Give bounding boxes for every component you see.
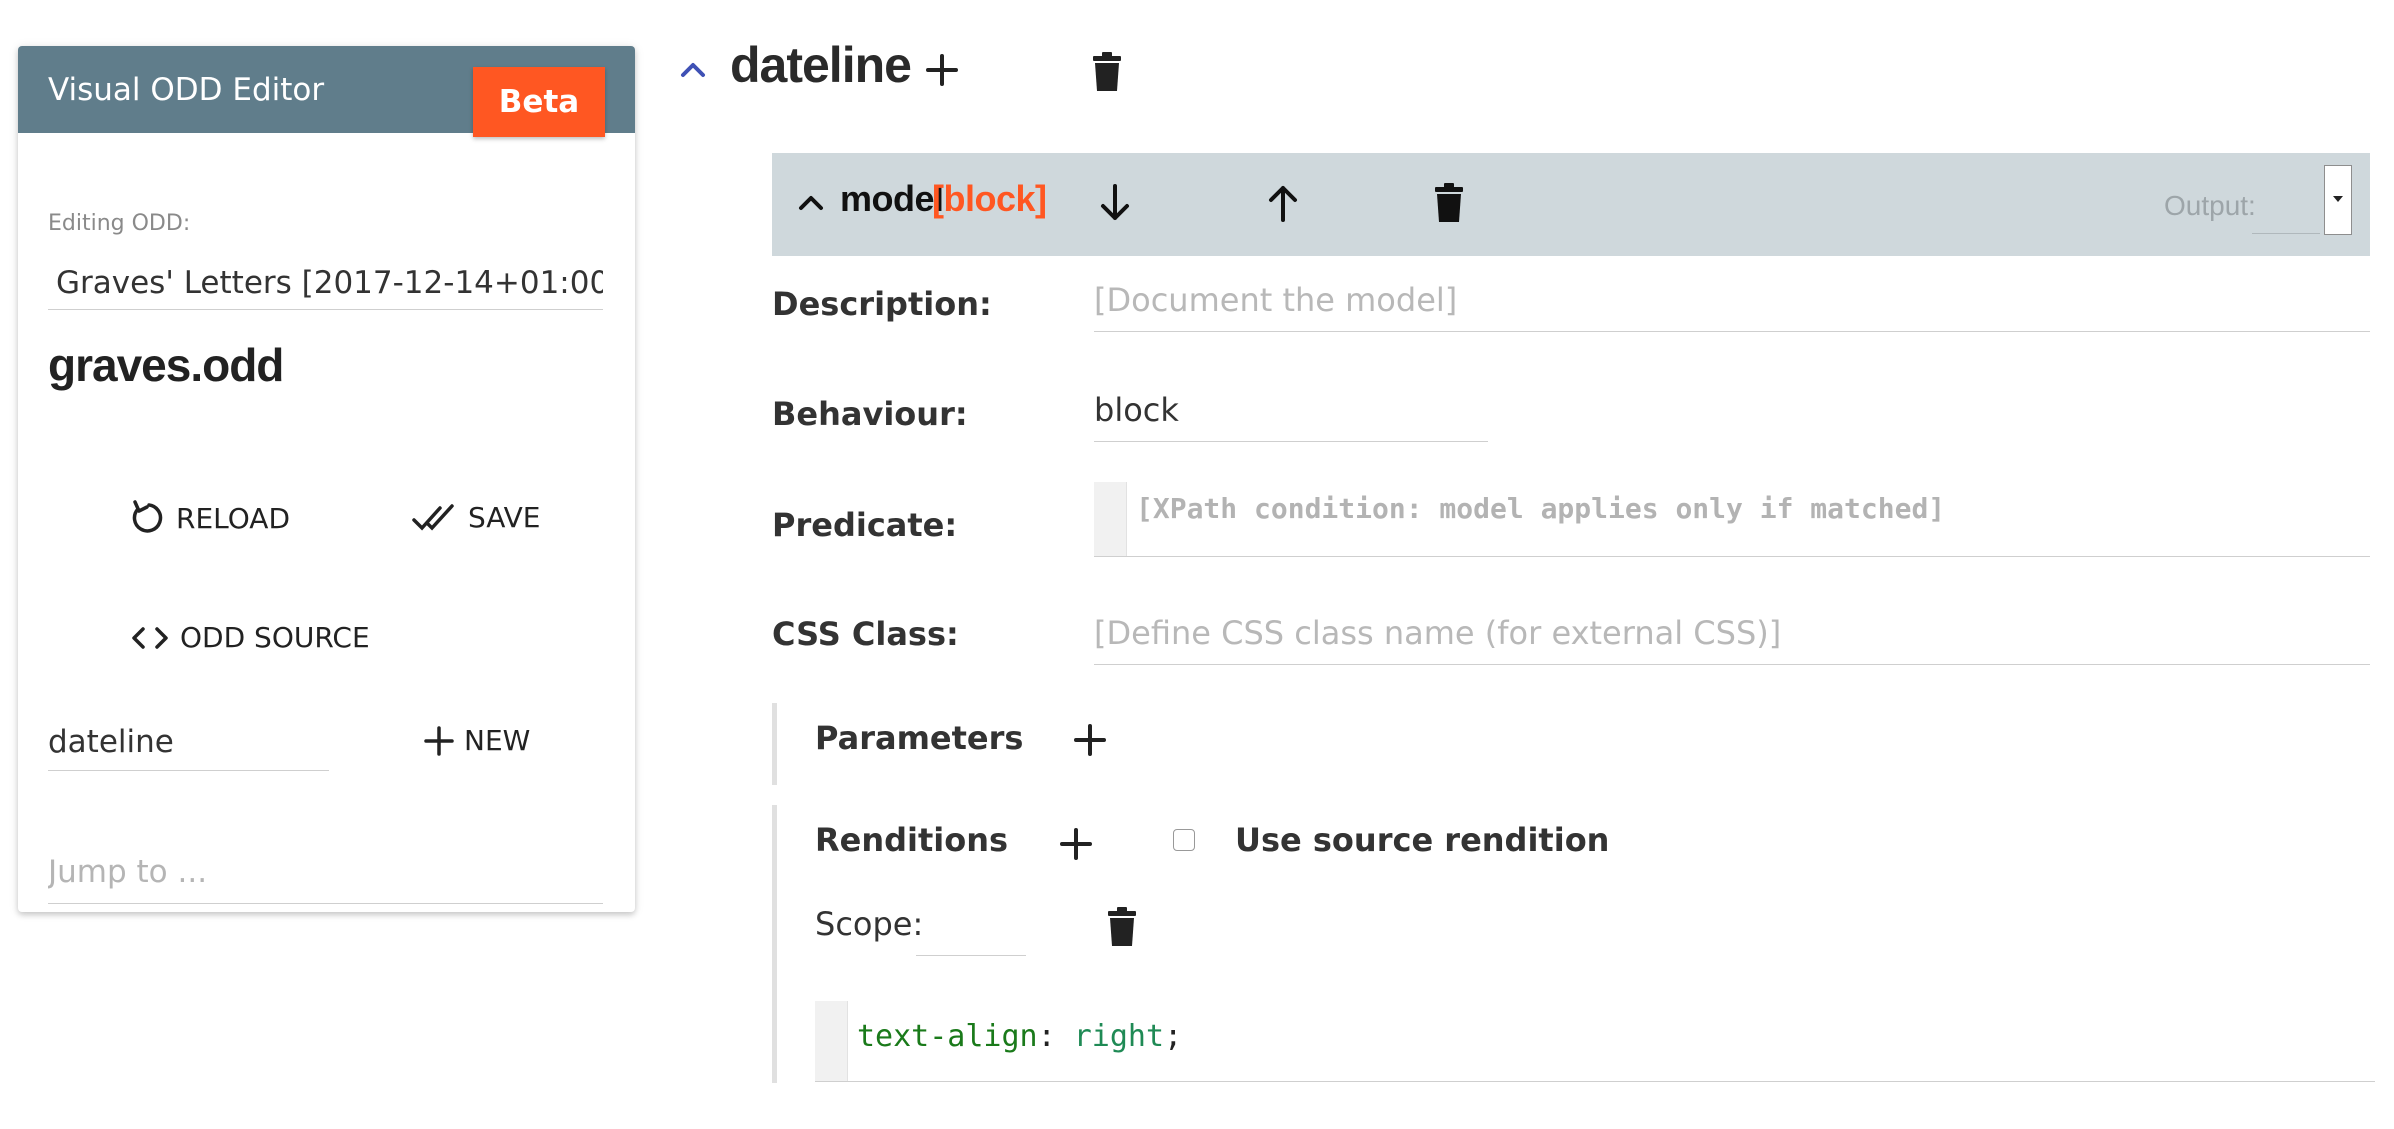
odd-source-label: ODD SOURCE [180,621,370,654]
beta-badge: Beta [473,67,605,137]
model-label: model [840,178,944,219]
delete-element-trash-icon[interactable] [1092,52,1122,92]
add-parameter-plus-icon[interactable] [1073,723,1107,757]
output-select-dropdown[interactable] [2324,165,2352,235]
css-editor-gutter [815,1001,848,1081]
arrow-up-icon[interactable] [1266,183,1300,223]
model-header-bar: model [block] Output: [772,153,2370,256]
odd-filename: graves.odd [48,339,284,391]
collapse-model-chevron-icon[interactable] [798,193,824,211]
description-label: Description: [772,285,992,323]
scope-input[interactable] [916,895,1026,956]
delete-model-trash-icon[interactable] [1434,183,1464,223]
add-rendition-plus-icon[interactable] [1059,827,1093,861]
use-source-rendition-label: Use source rendition [1235,821,1610,859]
delete-rendition-trash-icon[interactable] [1107,907,1137,947]
css-code-line: text-align: right; [857,1019,1182,1054]
odd-title-input[interactable] [48,256,603,310]
code-icon [130,622,170,654]
save-label: SAVE [468,501,541,534]
predicate-code-editor[interactable]: [XPath condition: model applies only if … [1094,480,2370,557]
output-label: Output: [2164,190,2256,221]
predicate-editor-gutter [1094,482,1127,556]
element-title: dateline [730,37,912,93]
element-name-input[interactable] [48,714,329,771]
reload-button[interactable]: RELOAD [130,499,290,537]
predicate-placeholder: [XPath condition: model applies only if … [1136,492,1946,525]
collapse-element-chevron-icon[interactable] [680,60,706,78]
odd-source-button[interactable]: ODD SOURCE [130,621,370,654]
parameters-section: Parameters [772,703,2375,785]
new-element-button[interactable]: NEW [424,724,530,757]
css-value-token: right [1073,1019,1165,1054]
app-title: Visual ODD Editor [48,72,325,108]
jump-to-input[interactable] [48,841,603,904]
parameters-label: Parameters [815,719,1024,757]
reload-label: RELOAD [176,501,291,535]
save-button[interactable]: SAVE [412,501,541,534]
new-label: NEW [464,724,531,757]
use-source-rendition-checkbox[interactable] [1173,829,1195,851]
plus-icon [424,725,454,756]
add-model-plus-icon[interactable] [925,53,959,87]
css-class-label: CSS Class: [772,615,959,653]
renditions-label: Renditions [815,821,1009,859]
refresh-icon [130,499,166,537]
scope-label: Scope: [815,905,924,943]
behaviour-input[interactable] [1094,378,1488,442]
sidebar-panel: Visual ODD Editor Beta Editing ODD: grav… [18,46,635,912]
output-select-underline [2252,233,2320,234]
css-class-input[interactable] [1094,601,2370,665]
editing-odd-label: Editing ODD: [48,211,191,236]
arrow-down-icon[interactable] [1098,183,1132,223]
renditions-section: Renditions Use source rendition Scope: t… [772,805,2375,1083]
css-colon-token: : [1037,1019,1074,1054]
description-input[interactable] [1094,268,2370,332]
double-check-icon [412,503,458,533]
rendition-css-editor[interactable]: text-align: right; [815,1001,2375,1082]
behaviour-label: Behaviour: [772,395,968,433]
css-property-token: text-align [857,1019,1038,1054]
model-behaviour-tag: [block] [932,178,1047,219]
css-semicolon-token: ; [1164,1019,1183,1054]
predicate-label: Predicate: [772,506,958,544]
